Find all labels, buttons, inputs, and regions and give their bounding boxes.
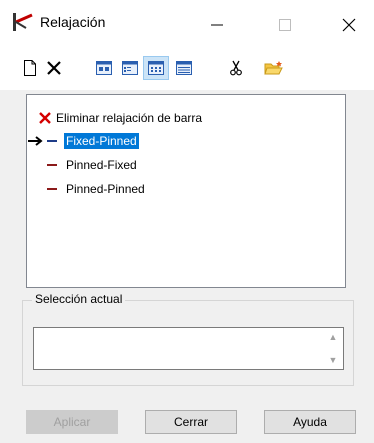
delete-icon [47,61,61,75]
open-folder-icon [264,61,283,75]
dash-icon [47,188,57,190]
red-x-icon [39,112,51,124]
help-button[interactable]: Ayuda [264,410,356,434]
open-folder-button[interactable] [262,56,286,80]
current-item-arrow-icon [28,135,44,150]
chevron-down-icon[interactable]: ▼ [329,355,338,365]
release-list[interactable]: Eliminar relajación de barra Fixed-Pinne… [26,94,346,288]
close-icon [342,18,356,32]
apply-button[interactable]: Aplicar [26,410,118,434]
close-dialog-button[interactable]: Cerrar [145,410,237,434]
list-view-button[interactable] [143,56,169,80]
minimize-button[interactable] [194,0,240,50]
large-icons-view-button[interactable] [92,56,116,80]
small-icons-view-icon [122,61,138,75]
list-item[interactable]: Eliminar relajación de barra [39,109,204,127]
maximize-button[interactable] [262,0,308,50]
list-item[interactable]: Pinned-Pinned [47,180,147,198]
beam-release-icon [12,12,34,32]
small-icons-view-button[interactable] [118,56,142,80]
chevron-up-icon[interactable]: ▲ [329,332,338,342]
maximize-icon [279,19,291,31]
details-view-icon [176,61,192,75]
list-item-label: Eliminar relajación de barra [56,111,203,125]
window-title: Relajación [40,14,106,30]
dash-icon [47,140,57,142]
new-button[interactable] [18,56,42,80]
list-item-label: Pinned-Pinned [66,182,145,196]
minimize-icon [211,24,223,26]
list-item-selected[interactable]: Fixed-Pinned [47,132,139,150]
list-view-icon [148,61,164,75]
delete-button[interactable] [42,56,66,80]
large-icons-view-icon [96,61,112,75]
toolbar [0,50,374,90]
list-item-label: Pinned-Fixed [66,158,137,172]
vertical-scrollbar[interactable]: ▲ ▼ [325,328,341,369]
current-selection-field[interactable]: ▲ ▼ [33,327,344,370]
new-icon [24,60,36,76]
list-item[interactable]: Pinned-Fixed [47,156,139,174]
cut-icon [230,60,242,76]
close-button[interactable] [326,0,372,50]
current-selection-legend: Selección actual [32,292,126,306]
list-item-label: Fixed-Pinned [64,133,139,149]
details-view-button[interactable] [172,56,196,80]
dash-icon [47,164,57,166]
title-bar: Relajación [0,0,374,50]
cut-button[interactable] [224,56,248,80]
